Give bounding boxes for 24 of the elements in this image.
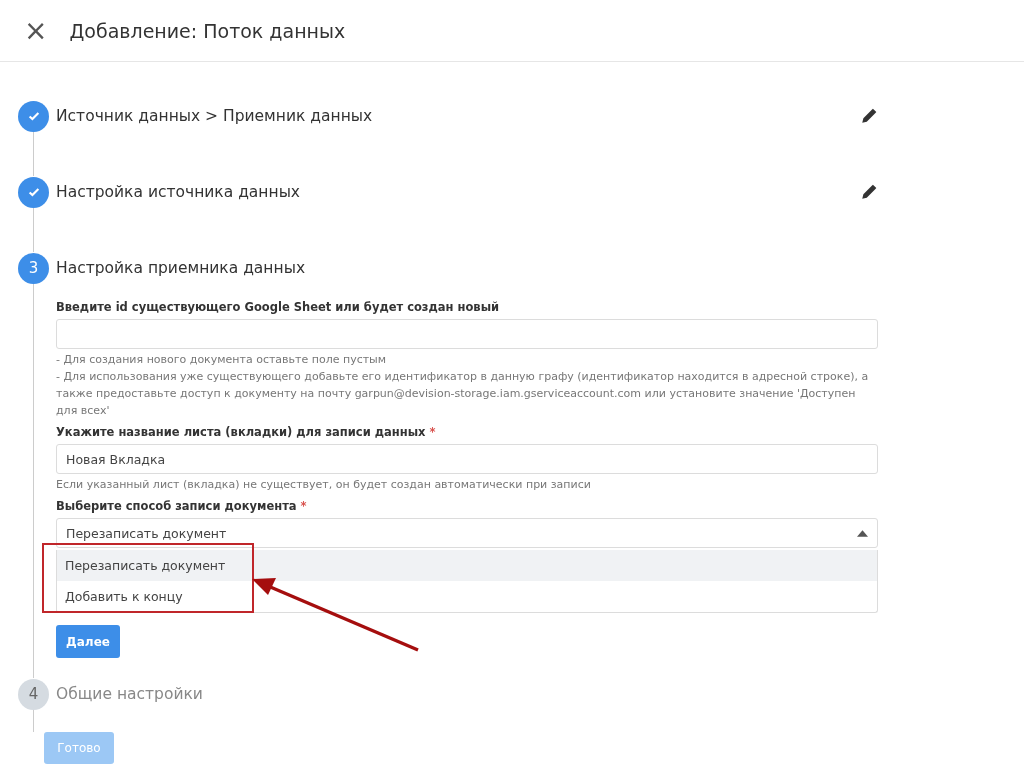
dialog-title: Добавление: Поток данных xyxy=(69,19,346,42)
step-number: 4 xyxy=(28,685,39,703)
close-button[interactable]: × xyxy=(20,16,52,45)
pencil-icon[interactable] xyxy=(860,183,878,201)
step-title: Настройка источника данных xyxy=(56,183,302,201)
hint-text: - Для создания нового документа оставьте поле пустым xyxy=(56,352,388,368)
input-field[interactable]: Новая Вкладка xyxy=(56,444,878,474)
input-field[interactable] xyxy=(56,319,878,349)
dropdown-option[interactable]: Добавить к концу xyxy=(57,581,877,612)
field-label: Укажите название листа (вкладки) для записи данных * xyxy=(56,425,437,439)
step-title: Общие настройки xyxy=(56,685,204,703)
pencil-icon[interactable] xyxy=(860,107,878,125)
field-label: Введите id существующего Google Sheet или будет создан новый xyxy=(56,300,501,314)
field-label: Выберите способ записи документа * xyxy=(56,499,308,513)
select-field[interactable]: Перезаписать документ xyxy=(56,518,878,548)
check-icon xyxy=(26,109,41,123)
step-title: Настройка приемника данных xyxy=(56,259,307,277)
step-title: Источник данных > Приемник данных xyxy=(56,107,374,125)
step-number: 3 xyxy=(28,259,39,277)
hint-text: Если указанный лист (вкладка) не существует, он будет создан автоматически при записи xyxy=(56,477,592,493)
dropdown-option[interactable]: Перезаписать документ xyxy=(57,550,877,581)
check-icon xyxy=(26,185,41,199)
hint-text: - Для использования уже существующего добавьте его идентификатор в данную графу (идентификатор находится в адресной строке), а также предоставьте доступ к документу на почту garpun@devision-storage.iam.gserviceaccount.com или установите значение 'Доступен для всех' xyxy=(56,369,870,419)
caret-icon xyxy=(857,529,868,537)
